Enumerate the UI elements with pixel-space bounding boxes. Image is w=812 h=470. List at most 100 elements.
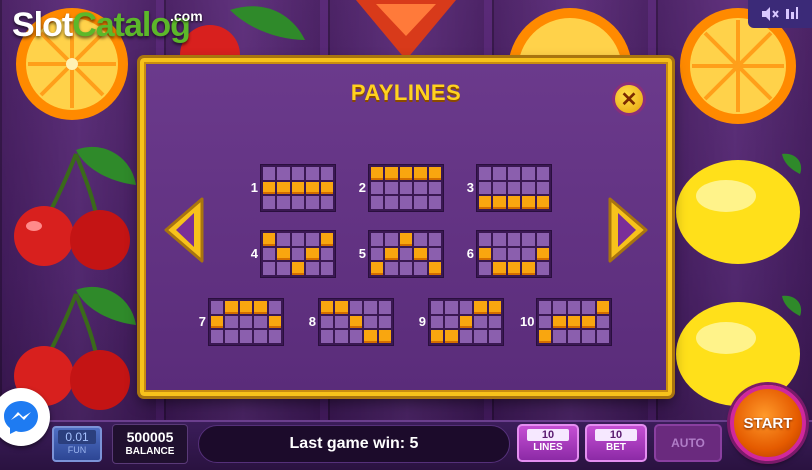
payline-cell-active bbox=[291, 181, 305, 195]
payline-cell-active bbox=[596, 301, 609, 314]
payline-9: 9 bbox=[419, 298, 504, 346]
payline-cell bbox=[582, 330, 595, 343]
payline-cell bbox=[364, 315, 377, 329]
slotcatalog-logo: SlotCatalog bbox=[12, 6, 191, 45]
payline-10: 10 bbox=[520, 298, 612, 346]
payline-cell bbox=[306, 262, 319, 275]
payline-cell bbox=[459, 301, 473, 314]
payline-pattern bbox=[260, 164, 336, 212]
payline-cell bbox=[414, 262, 427, 275]
balance-label: BALANCE bbox=[125, 446, 175, 457]
payline-cell bbox=[474, 315, 487, 329]
payline-cell-active bbox=[553, 315, 566, 329]
payline-cell-active bbox=[225, 301, 238, 314]
payline-cell bbox=[431, 315, 444, 329]
payline-cell bbox=[385, 233, 398, 246]
payline-number: 9 bbox=[418, 314, 426, 329]
payline-number: 7 bbox=[198, 314, 206, 329]
lines-value: 10 bbox=[527, 429, 569, 441]
payline-cell bbox=[474, 330, 487, 343]
payline-2: 2 bbox=[359, 164, 444, 212]
payline-cell bbox=[536, 262, 549, 275]
payline-cell bbox=[507, 247, 521, 261]
payline-cell bbox=[306, 233, 319, 246]
cherry-symbol bbox=[14, 146, 136, 270]
payline-cell bbox=[399, 181, 413, 195]
payline-pattern bbox=[476, 230, 552, 278]
payline-cell bbox=[522, 167, 535, 180]
payline-cell bbox=[263, 196, 276, 209]
payline-cell bbox=[263, 167, 276, 180]
payline-cell bbox=[349, 301, 363, 314]
next-page-button[interactable] bbox=[606, 195, 650, 265]
payline-pattern bbox=[476, 164, 552, 212]
payline-cell bbox=[399, 247, 413, 261]
logo-text-slot: Slot bbox=[12, 6, 73, 44]
payline-cell bbox=[371, 233, 384, 246]
payline-cell bbox=[277, 233, 290, 246]
payline-number: 3 bbox=[466, 180, 474, 195]
modal-title: PAYLINES bbox=[350, 80, 462, 105]
payline-cell bbox=[364, 301, 377, 314]
payline-cell-active bbox=[378, 330, 391, 343]
auto-button[interactable]: AUTO bbox=[654, 424, 722, 462]
payline-pattern bbox=[368, 164, 444, 212]
bet-label: BET bbox=[606, 442, 626, 453]
payline-cell bbox=[445, 315, 458, 329]
previous-page-button[interactable] bbox=[162, 195, 206, 265]
payline-cell bbox=[479, 181, 492, 195]
payline-cell bbox=[479, 167, 492, 180]
payline-cell bbox=[385, 181, 398, 195]
payline-cell-active bbox=[399, 233, 413, 246]
logo-suffix: .com bbox=[170, 8, 203, 24]
payline-cell-active bbox=[371, 262, 384, 275]
payline-cell bbox=[428, 233, 441, 246]
payline-cell bbox=[399, 196, 413, 209]
bet-button[interactable]: 10 BET bbox=[585, 424, 647, 462]
payline-6: 6 bbox=[467, 230, 552, 278]
payline-cell bbox=[536, 233, 549, 246]
payline-cell-active bbox=[414, 167, 427, 180]
payline-cell bbox=[321, 330, 334, 343]
payline-pattern bbox=[368, 230, 444, 278]
payline-cell-active bbox=[522, 262, 535, 275]
sound-toggle-button[interactable] bbox=[748, 0, 812, 28]
payline-cell bbox=[414, 181, 427, 195]
payline-cell-active bbox=[320, 181, 333, 195]
payline-cell bbox=[371, 196, 384, 209]
payline-cell bbox=[291, 167, 305, 180]
payline-cell bbox=[507, 167, 521, 180]
start-button[interactable]: START bbox=[730, 385, 806, 461]
payline-cell-active bbox=[263, 181, 276, 195]
coin-value-button[interactable]: 0.01 FUN bbox=[52, 426, 102, 462]
payline-number: 2 bbox=[358, 180, 366, 195]
payline-cell-active bbox=[254, 301, 267, 314]
payline-cell-active bbox=[488, 301, 501, 314]
coin-value: 0.01 bbox=[58, 430, 96, 444]
payline-cell bbox=[263, 262, 276, 275]
payline-8: 8 bbox=[309, 298, 394, 346]
payline-pattern bbox=[536, 298, 612, 346]
payline-5: 5 bbox=[359, 230, 444, 278]
payline-cell bbox=[378, 301, 391, 314]
payline-cell bbox=[277, 167, 290, 180]
payline-cell bbox=[522, 247, 535, 261]
payline-cell bbox=[211, 330, 224, 343]
payline-number: 6 bbox=[466, 246, 474, 261]
payline-cell bbox=[553, 301, 566, 314]
lines-button[interactable]: 10 LINES bbox=[517, 424, 579, 462]
payline-cell bbox=[567, 330, 581, 343]
payline-cell bbox=[522, 233, 535, 246]
payline-cell bbox=[371, 247, 384, 261]
payline-cell bbox=[493, 233, 506, 246]
payline-cell-active bbox=[385, 247, 398, 261]
payline-cell-active bbox=[414, 247, 427, 261]
payline-cell bbox=[414, 196, 427, 209]
close-button[interactable]: ✕ bbox=[612, 82, 646, 116]
payline-cell-active bbox=[539, 330, 552, 343]
payline-cell-active bbox=[277, 247, 290, 261]
seven-symbol bbox=[356, 0, 456, 60]
payline-cell bbox=[385, 262, 398, 275]
payline-cell bbox=[385, 196, 398, 209]
payline-number: 4 bbox=[250, 246, 258, 261]
